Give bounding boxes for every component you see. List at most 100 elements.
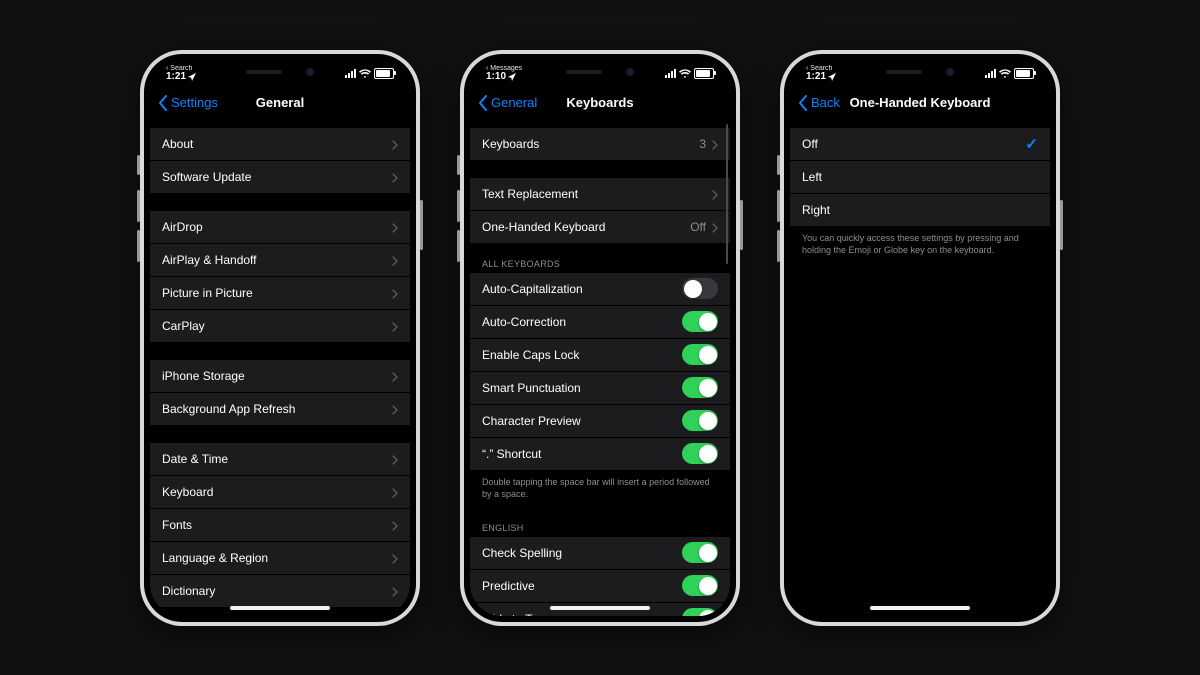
row-detail: 3 bbox=[699, 137, 706, 151]
chevron-right-icon bbox=[392, 321, 398, 331]
settings-row[interactable]: Fonts bbox=[150, 509, 410, 542]
toggle-switch[interactable] bbox=[682, 278, 718, 299]
row-label: Keyboard bbox=[162, 485, 392, 499]
settings-row[interactable]: Right bbox=[790, 194, 1050, 226]
row-label: AirPlay & Handoff bbox=[162, 253, 392, 267]
toggle-switch[interactable] bbox=[682, 377, 718, 398]
settings-row[interactable]: CarPlay bbox=[150, 310, 410, 342]
settings-row[interactable]: “.” Shortcut bbox=[470, 438, 730, 470]
toggle-switch[interactable] bbox=[682, 344, 718, 365]
settings-row[interactable]: Language & Region bbox=[150, 542, 410, 575]
location-icon bbox=[508, 73, 517, 82]
status-right bbox=[985, 68, 1034, 79]
row-label: Off bbox=[802, 137, 1025, 151]
home-indicator[interactable] bbox=[550, 606, 650, 610]
row-label: Software Update bbox=[162, 170, 392, 184]
row-label: Fonts bbox=[162, 518, 392, 532]
stage: ‹ Search1:21SettingsGeneralAboutSoftware… bbox=[0, 0, 1200, 675]
signal-icon bbox=[665, 69, 676, 78]
toggle-switch[interactable] bbox=[682, 443, 718, 464]
checkmark-icon: ✓ bbox=[1025, 135, 1038, 153]
settings-row[interactable]: Dictionary bbox=[150, 575, 410, 607]
row-label: Auto-Capitalization bbox=[482, 282, 682, 296]
settings-row[interactable]: Smart Punctuation bbox=[470, 372, 730, 405]
content[interactable]: About Software Update AirDrop AirPlay & Han… bbox=[150, 120, 410, 616]
settings-row[interactable]: AirPlay & Handoff bbox=[150, 244, 410, 277]
settings-row[interactable]: Auto-Correction bbox=[470, 306, 730, 339]
settings-group: Check SpellingPredictiveSlide to Type bbox=[470, 537, 730, 616]
section-footer: You can quickly access these settings by… bbox=[790, 226, 1050, 263]
settings-row[interactable]: Check Spelling bbox=[470, 537, 730, 570]
settings-group: Auto-Capitalization Auto-CorrectionEnable… bbox=[470, 273, 730, 470]
settings-row[interactable]: Enable Caps Lock bbox=[470, 339, 730, 372]
scrollbar[interactable] bbox=[726, 124, 728, 264]
status-left: ‹ Messages1:10 bbox=[486, 65, 522, 82]
row-label: Predictive bbox=[482, 579, 682, 593]
chevron-right-icon bbox=[392, 172, 398, 182]
status-breadcrumb[interactable]: ‹ Messages bbox=[486, 65, 522, 72]
settings-row[interactable]: Off✓ bbox=[790, 128, 1050, 161]
settings-row[interactable]: Text Replacement bbox=[470, 178, 730, 211]
toggle-switch[interactable] bbox=[682, 542, 718, 563]
settings-row[interactable]: iPhone Storage bbox=[150, 360, 410, 393]
settings-group: AirDrop AirPlay & Handoff Picture in Pictu… bbox=[150, 211, 410, 342]
nav-bar: SettingsGeneral bbox=[150, 86, 410, 120]
home-indicator[interactable] bbox=[230, 606, 330, 610]
back-button[interactable]: Back bbox=[798, 95, 840, 111]
status-right bbox=[345, 68, 394, 79]
settings-row[interactable]: Picture in Picture bbox=[150, 277, 410, 310]
settings-row[interactable]: AirDrop bbox=[150, 211, 410, 244]
content[interactable]: Off✓LeftRightYou can quickly access thes… bbox=[790, 120, 1050, 616]
chevron-right-icon bbox=[712, 222, 718, 232]
status-left: ‹ Search1:21 bbox=[806, 65, 837, 82]
settings-row[interactable]: Keyboard bbox=[150, 476, 410, 509]
row-label: Picture in Picture bbox=[162, 286, 392, 300]
toggle-switch[interactable] bbox=[682, 311, 718, 332]
settings-row[interactable]: One-Handed KeyboardOff bbox=[470, 211, 730, 243]
chevron-right-icon bbox=[392, 222, 398, 232]
row-label: Dictionary bbox=[162, 584, 392, 598]
settings-group: Date & Time Keyboard Fonts Language & Regio… bbox=[150, 443, 410, 607]
home-indicator[interactable] bbox=[870, 606, 970, 610]
chevron-right-icon bbox=[392, 255, 398, 265]
settings-group: About Software Update bbox=[150, 128, 410, 193]
back-button[interactable]: General bbox=[478, 95, 537, 111]
signal-icon bbox=[985, 69, 996, 78]
toggle-switch[interactable] bbox=[682, 575, 718, 596]
settings-row[interactable]: Left bbox=[790, 161, 1050, 194]
nav-bar: BackOne-Handed Keyboard bbox=[790, 86, 1050, 120]
row-label: AirDrop bbox=[162, 220, 392, 234]
signal-icon bbox=[345, 69, 356, 78]
back-button[interactable]: Settings bbox=[158, 95, 218, 111]
row-label: Keyboards bbox=[482, 137, 699, 151]
settings-group: Text ReplacementOne-Handed KeyboardOff bbox=[470, 178, 730, 243]
status-breadcrumb[interactable]: ‹ Search bbox=[166, 65, 192, 72]
row-label: About bbox=[162, 137, 392, 151]
settings-row[interactable]: Predictive bbox=[470, 570, 730, 603]
status-time: 1:10 bbox=[486, 72, 506, 82]
settings-row[interactable]: Background App Refresh bbox=[150, 393, 410, 425]
battery-icon bbox=[374, 68, 394, 79]
location-icon bbox=[828, 73, 837, 82]
section-header: ALL KEYBOARDS bbox=[470, 243, 730, 273]
settings-row[interactable]: Date & Time bbox=[150, 443, 410, 476]
row-label: Right bbox=[802, 203, 1038, 217]
settings-row[interactable]: Keyboards3 bbox=[470, 128, 730, 160]
wifi-icon bbox=[359, 69, 371, 78]
settings-row[interactable]: Character Preview bbox=[470, 405, 730, 438]
row-label: iPhone Storage bbox=[162, 369, 392, 383]
screen: ‹ Search1:21SettingsGeneralAboutSoftware… bbox=[150, 60, 410, 616]
chevron-right-icon bbox=[392, 139, 398, 149]
phone-frame: ‹ Messages1:10 General KeyboardsKeyboards3… bbox=[460, 50, 740, 626]
chevron-right-icon bbox=[392, 404, 398, 414]
settings-row[interactable]: About bbox=[150, 128, 410, 161]
status-right bbox=[665, 68, 714, 79]
status-breadcrumb[interactable]: ‹ Search bbox=[806, 65, 832, 72]
settings-row[interactable]: Auto-Capitalization bbox=[470, 273, 730, 306]
toggle-switch[interactable] bbox=[682, 608, 718, 615]
toggle-switch[interactable] bbox=[682, 410, 718, 431]
settings-row[interactable]: Software Update bbox=[150, 161, 410, 193]
content[interactable]: Keyboards3 Text ReplacementOne-Handed Key… bbox=[470, 120, 730, 616]
row-label: Language & Region bbox=[162, 551, 392, 565]
row-label: Check Spelling bbox=[482, 546, 682, 560]
